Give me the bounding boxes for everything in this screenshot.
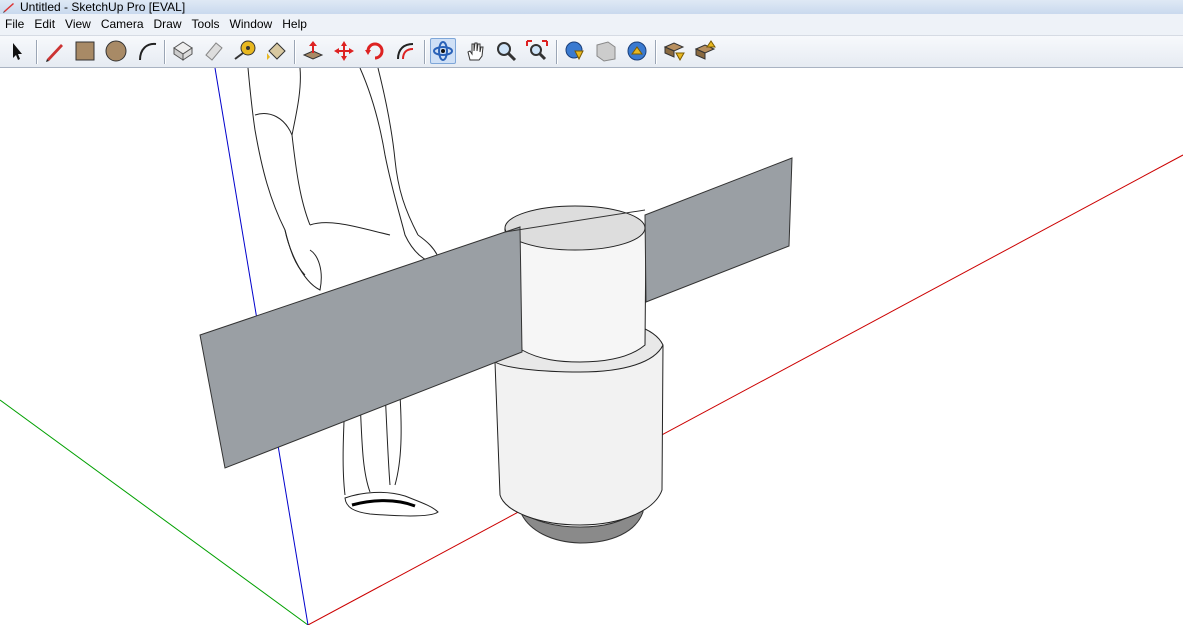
line-tool[interactable] [42,38,68,64]
main-toolbar [0,36,1183,68]
menu-window[interactable]: Window [225,14,278,35]
circle-tool[interactable] [103,38,129,64]
push-pull-tool[interactable] [300,38,326,64]
rectangle-tool[interactable] [72,38,98,64]
toolbar-separator [294,40,295,64]
arc-icon [139,42,157,61]
components-upload-icon [694,40,716,60]
get-components-tool[interactable] [661,38,687,64]
toolbar-separator [36,40,37,64]
scene-canvas[interactable] [0,67,1183,626]
arc-tool[interactable] [134,38,160,64]
toolbar-separator [424,40,425,64]
move-tool[interactable] [331,38,357,64]
arrow-cursor-icon [13,43,22,60]
menu-help[interactable]: Help [277,14,312,35]
menu-camera[interactable]: Camera [96,14,149,35]
magnifier-icon [497,42,517,62]
rectangle-icon [75,41,95,61]
paint-bucket-tool[interactable] [263,38,289,64]
move-icon [334,41,354,61]
hand-icon [467,42,484,61]
share-model-icon [596,41,616,62]
title-bar: Untitled - SketchUp Pro [EVAL] [0,0,1183,14]
zoom-tool[interactable] [493,38,519,64]
pan-tool[interactable] [462,38,488,64]
google-earth-tool[interactable] [624,38,650,64]
upper-cylinder [504,205,647,363]
orbit-icon [433,41,453,61]
tape-measure-icon [234,40,256,60]
make-component-tool[interactable] [170,38,196,64]
menu-file[interactable]: File [0,14,29,35]
circle-icon [105,40,127,62]
select-tool[interactable] [4,38,30,64]
get-models-tool[interactable] [562,38,588,64]
offset-icon [397,43,414,60]
globe-download-icon [565,41,584,61]
orbit-tool[interactable] [430,38,456,64]
model-viewport[interactable] [0,67,1183,626]
toolbar-separator [164,40,165,64]
toolbar-separator [655,40,656,64]
tape-measure-tool[interactable] [232,38,258,64]
zoom-extents-icon [526,40,548,61]
toolbar-separator [556,40,557,64]
share-model-tool[interactable] [593,38,619,64]
menu-draw[interactable]: Draw [149,14,187,35]
paint-bucket-icon [267,42,286,60]
menu-bar: File Edit View Camera Draw Tools Window … [0,14,1183,36]
share-component-tool[interactable] [692,38,718,64]
eraser-icon [205,42,223,61]
offset-tool[interactable] [393,38,419,64]
window-title: Untitled - SketchUp Pro [EVAL] [20,0,186,14]
menu-view[interactable]: View [60,14,96,35]
rotate-icon [365,42,384,60]
component-icon [173,41,193,61]
sketchup-logo-icon [3,3,14,13]
push-pull-icon [302,41,324,60]
rotate-tool[interactable] [362,38,388,64]
section-plane [199,157,793,469]
components-download-icon [663,42,685,62]
globe-upload-icon [627,41,647,61]
pencil-icon [46,44,63,62]
eraser-tool[interactable] [201,38,227,64]
menu-edit[interactable]: Edit [29,14,60,35]
zoom-extents-tool[interactable] [524,38,550,64]
menu-tools[interactable]: Tools [187,14,225,35]
